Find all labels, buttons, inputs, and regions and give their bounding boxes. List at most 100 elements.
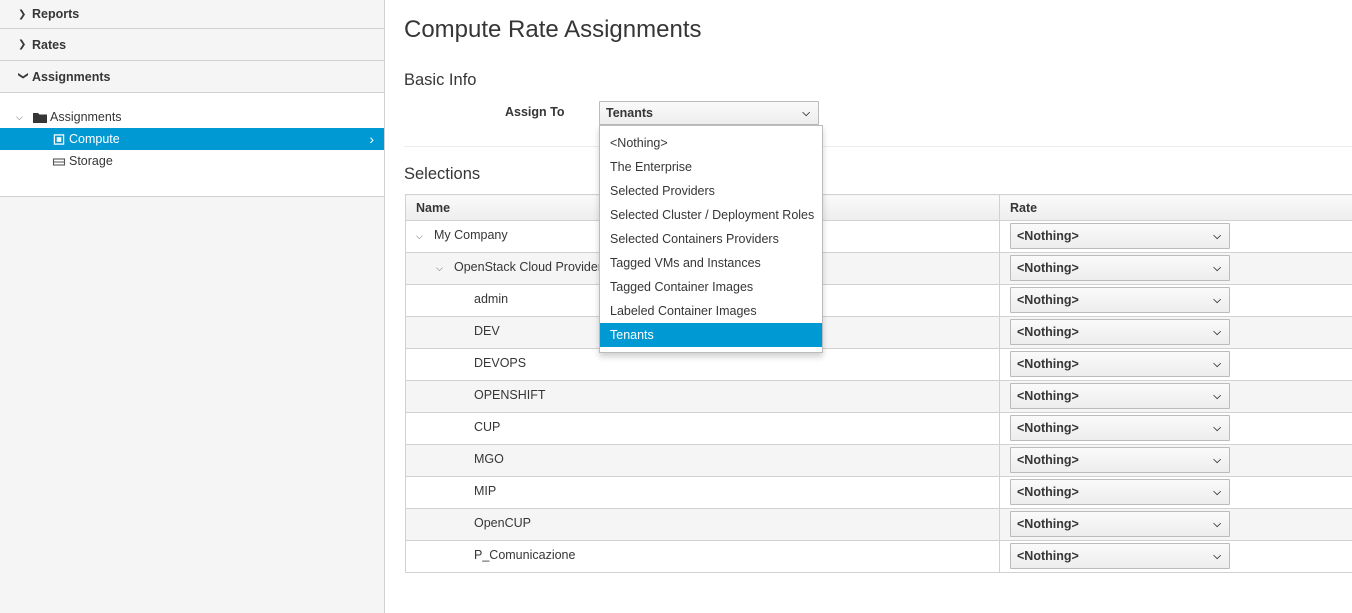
table-row: MGO <Nothing> ⌵ xyxy=(405,444,1352,477)
rate-cell: <Nothing> ⌵ xyxy=(999,252,1352,285)
tree-node-compute[interactable]: Compute › xyxy=(0,128,384,150)
storage-icon xyxy=(52,157,66,166)
row-name: OpenStack Cloud Provider xyxy=(454,260,602,274)
main-content: Compute Rate Assignments Basic Info Assi… xyxy=(385,0,1352,613)
dropdown-option[interactable]: Labeled Container Images xyxy=(600,299,822,323)
accordion-rates[interactable]: ❯ Rates xyxy=(0,29,384,61)
divider xyxy=(404,146,1352,147)
rate-select[interactable]: <Nothing> ⌵ xyxy=(1010,287,1230,313)
rate-select[interactable]: <Nothing> ⌵ xyxy=(1010,383,1230,409)
chevron-down-icon: ⌵ xyxy=(1213,390,1221,402)
name-cell: P_Comunicazione xyxy=(405,540,1000,573)
row-name: OpenCUP xyxy=(474,516,531,530)
chevron-down-icon: ⌵ xyxy=(1213,230,1221,242)
rate-select-value: <Nothing> xyxy=(1017,453,1079,467)
table-row: OPENSHIFT <Nothing> ⌵ xyxy=(405,380,1352,413)
name-cell: OPENSHIFT xyxy=(405,380,1000,413)
rate-cell: <Nothing> ⌵ xyxy=(999,220,1352,253)
rate-cell: <Nothing> ⌵ xyxy=(999,380,1352,413)
row-name: My Company xyxy=(434,228,508,242)
chevron-down-icon: ⌵ xyxy=(1213,486,1221,498)
name-cell: MIP xyxy=(405,476,1000,509)
page-title: Compute Rate Assignments xyxy=(404,16,702,43)
dropdown-option[interactable]: Selected Containers Providers xyxy=(600,227,822,251)
dropdown-option[interactable]: Selected Cluster / Deployment Roles xyxy=(600,203,822,227)
rate-select[interactable]: <Nothing> ⌵ xyxy=(1010,223,1230,249)
dropdown-option[interactable]: <Nothing> xyxy=(600,131,822,155)
table-row: OpenCUP <Nothing> ⌵ xyxy=(405,508,1352,541)
rate-select[interactable]: <Nothing> ⌵ xyxy=(1010,415,1230,441)
chevron-down-icon: ⌵ xyxy=(1213,358,1221,370)
table-body: ⌵ My Company <Nothing> ⌵ ⌵ OpenStack Cloud Pr… xyxy=(405,220,1352,573)
table-row: ⌵ OpenStack Cloud Provider <Nothing> ⌵ xyxy=(405,252,1352,285)
rate-select[interactable]: <Nothing> ⌵ xyxy=(1010,319,1230,345)
rate-select-value: <Nothing> xyxy=(1017,389,1079,403)
expand-toggle-icon[interactable]: ⌵ xyxy=(436,263,446,274)
selections-table: Name Rate ⌵ My Company <Nothing> ⌵ ⌵ OpenStac… xyxy=(405,194,1352,573)
collapse-toggle-icon[interactable]: ⌵ xyxy=(16,112,28,123)
folder-icon xyxy=(33,112,47,123)
tree-node-label: Storage xyxy=(69,154,113,168)
name-cell: DEVOPS xyxy=(405,348,1000,381)
rate-select-value: <Nothing> xyxy=(1017,357,1079,371)
assign-to-value: Tenants xyxy=(606,106,653,120)
section-selections: Selections xyxy=(404,165,481,183)
rate-cell: <Nothing> ⌵ xyxy=(999,316,1352,349)
table-row: DEVOPS <Nothing> ⌵ xyxy=(405,348,1352,381)
chevron-down-icon: ⌵ xyxy=(1213,294,1221,306)
rate-select-value: <Nothing> xyxy=(1017,421,1079,435)
rate-cell: <Nothing> ⌵ xyxy=(999,348,1352,381)
assign-to-dropdown-menu: <Nothing> The Enterprise Selected Provider… xyxy=(599,125,823,353)
rate-select-value: <Nothing> xyxy=(1017,261,1079,275)
tree-node-storage[interactable]: Storage xyxy=(0,150,384,172)
row-name: admin xyxy=(474,292,509,306)
accordion-reports[interactable]: ❯ Reports xyxy=(0,0,384,29)
dropdown-option[interactable]: Selected Providers xyxy=(600,179,822,203)
table-row: MIP <Nothing> ⌵ xyxy=(405,476,1352,509)
row-name: P_Comunicazione xyxy=(474,548,576,562)
table-row: P_Comunicazione <Nothing> ⌵ xyxy=(405,540,1352,573)
chevron-down-icon: ⌵ xyxy=(1213,454,1221,466)
chevron-down-icon: ⌵ xyxy=(1213,326,1221,338)
rate-select[interactable]: <Nothing> ⌵ xyxy=(1010,543,1230,569)
chevron-down-icon: ⌵ xyxy=(1213,262,1221,274)
table-row: CUP <Nothing> ⌵ xyxy=(405,412,1352,445)
assign-to-select[interactable]: Tenants ⌵ xyxy=(599,101,819,125)
chip-icon xyxy=(53,133,65,145)
accordion-label: Assignments xyxy=(32,69,111,84)
chevron-down-icon: ⌵ xyxy=(1213,422,1221,434)
name-cell: OpenCUP xyxy=(405,508,1000,541)
dropdown-option[interactable]: Tenants xyxy=(600,323,822,347)
rate-select[interactable]: <Nothing> ⌵ xyxy=(1010,447,1230,473)
dropdown-option[interactable]: The Enterprise xyxy=(600,155,822,179)
tree-node-label: Compute xyxy=(69,132,120,146)
column-header-rate[interactable]: Rate xyxy=(999,194,1352,221)
rate-cell: <Nothing> ⌵ xyxy=(999,508,1352,541)
row-name: MIP xyxy=(474,484,497,498)
dropdown-option[interactable]: Tagged Container Images xyxy=(600,275,822,299)
rate-cell: <Nothing> ⌵ xyxy=(999,476,1352,509)
chevron-down-icon: ⌵ xyxy=(1213,518,1221,530)
rate-select[interactable]: <Nothing> ⌵ xyxy=(1010,479,1230,505)
rate-select[interactable]: <Nothing> ⌵ xyxy=(1010,255,1230,281)
rate-cell: <Nothing> ⌵ xyxy=(999,540,1352,573)
rate-cell: <Nothing> ⌵ xyxy=(999,284,1352,317)
chevron-right-icon: › xyxy=(369,131,374,147)
rate-cell: <Nothing> ⌵ xyxy=(999,412,1352,445)
table-row: DEV <Nothing> ⌵ xyxy=(405,316,1352,349)
dropdown-option[interactable]: Tagged VMs and Instances xyxy=(600,251,822,275)
rate-select-value: <Nothing> xyxy=(1017,325,1079,339)
rate-select[interactable]: <Nothing> ⌵ xyxy=(1010,351,1230,377)
row-name: CUP xyxy=(474,420,501,434)
rate-select[interactable]: <Nothing> ⌵ xyxy=(1010,511,1230,537)
assign-to-label: Assign To xyxy=(505,105,565,119)
rate-select-value: <Nothing> xyxy=(1017,229,1079,243)
rate-select-value: <Nothing> xyxy=(1017,549,1079,563)
expand-toggle-icon[interactable]: ⌵ xyxy=(416,231,426,242)
chevron-right-icon: ❯ xyxy=(18,8,27,20)
accordion-label: Rates xyxy=(32,37,67,52)
tree-node-assignments[interactable]: ⌵ Assignments xyxy=(0,106,384,128)
accordion-assignments[interactable]: ❯ Assignments xyxy=(0,61,384,93)
table-row: ⌵ My Company <Nothing> ⌵ xyxy=(405,220,1352,253)
name-cell: CUP xyxy=(405,412,1000,445)
